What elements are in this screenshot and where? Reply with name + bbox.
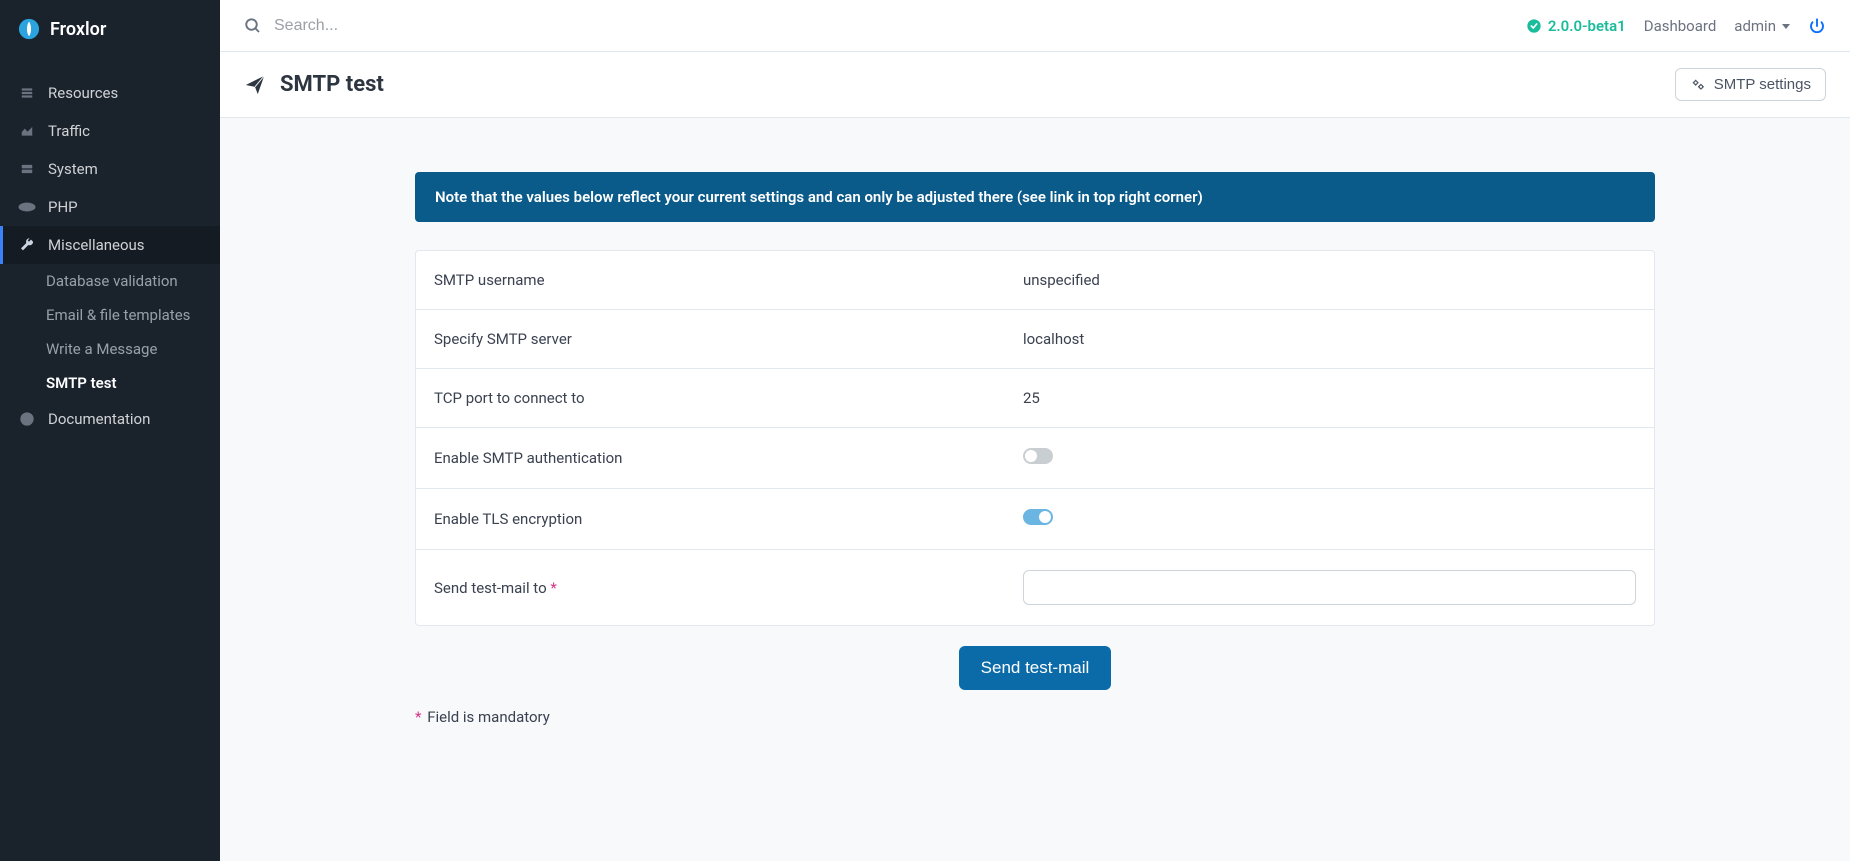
- page-head: SMTP test SMTP settings: [220, 52, 1850, 118]
- sidebar-nav: Resources Traffic System PHP: [0, 58, 220, 438]
- user-menu[interactable]: admin: [1734, 17, 1790, 35]
- sidebar-item-label: PHP: [48, 198, 78, 216]
- search-icon: [244, 17, 262, 35]
- php-icon: [18, 201, 36, 213]
- brand-name: Froxlor: [50, 19, 106, 40]
- mandatory-mark: *: [415, 708, 421, 726]
- main: 2.0.0-beta1 Dashboard admin SMTP test: [220, 0, 1850, 861]
- brand-logo-icon: [18, 18, 40, 40]
- sidebar-subitem-database-validation[interactable]: Database validation: [0, 264, 220, 298]
- label-smtp-username: SMTP username: [434, 271, 1023, 289]
- power-icon[interactable]: [1808, 17, 1826, 35]
- info-alert: Note that the values below reflect your …: [415, 172, 1655, 222]
- row-testmail: Send test-mail to *: [416, 550, 1654, 625]
- content: Note that the values below reflect your …: [395, 118, 1675, 766]
- paper-plane-icon: [244, 74, 266, 96]
- sidebar-item-miscellaneous[interactable]: Miscellaneous: [0, 226, 220, 264]
- sidebar-item-label: Miscellaneous: [48, 236, 145, 254]
- row-tcp-port: TCP port to connect to 25: [416, 369, 1654, 428]
- toggle-tls[interactable]: [1023, 509, 1053, 525]
- version-badge[interactable]: 2.0.0-beta1: [1526, 17, 1626, 35]
- sidebar-subitem-smtp-test[interactable]: SMTP test: [0, 366, 220, 400]
- brand[interactable]: Froxlor: [0, 0, 220, 58]
- search-input[interactable]: [272, 16, 572, 36]
- value-smtp-username: unspecified: [1023, 271, 1636, 289]
- sidebar: Froxlor Resources Traffic System: [0, 0, 220, 861]
- row-smtp-username: SMTP username unspecified: [416, 251, 1654, 310]
- sidebar-item-label: Traffic: [48, 122, 90, 140]
- sidebar-item-traffic[interactable]: Traffic: [0, 112, 220, 150]
- sidebar-item-documentation[interactable]: Documentation: [0, 400, 220, 438]
- search: [244, 16, 1526, 36]
- smtp-settings-button[interactable]: SMTP settings: [1675, 68, 1826, 101]
- version-text: 2.0.0-beta1: [1548, 17, 1626, 35]
- sidebar-item-resources[interactable]: Resources: [0, 74, 220, 112]
- sidebar-item-php[interactable]: PHP: [0, 188, 220, 226]
- value-tcp-port: 25: [1023, 389, 1636, 407]
- sidebar-item-label: System: [48, 160, 98, 178]
- sidebar-item-system[interactable]: System: [0, 150, 220, 188]
- info-icon: [18, 411, 36, 427]
- cogs-icon: [1690, 78, 1706, 92]
- topbar: 2.0.0-beta1 Dashboard admin: [220, 0, 1850, 52]
- testmail-input[interactable]: [1023, 570, 1636, 605]
- sidebar-item-label: Documentation: [48, 410, 150, 428]
- smtp-settings-label: SMTP settings: [1714, 76, 1811, 93]
- sidebar-item-label: Resources: [48, 84, 118, 102]
- label-tls: Enable TLS encryption: [434, 510, 1023, 528]
- settings-card: SMTP username unspecified Specify SMTP s…: [415, 250, 1655, 626]
- page-title: SMTP test: [244, 72, 384, 97]
- submit-row: Send test-mail: [415, 646, 1655, 690]
- sidebar-sub-miscellaneous: Database validation Email & file templat…: [0, 264, 220, 400]
- mandatory-text: Field is mandatory: [423, 708, 549, 726]
- label-testmail-text: Send test-mail to: [434, 579, 547, 597]
- toggle-smtp-auth[interactable]: [1023, 448, 1053, 464]
- sidebar-subitem-email-file-templates[interactable]: Email & file templates: [0, 298, 220, 332]
- label-smtp-auth: Enable SMTP authentication: [434, 449, 1023, 467]
- label-tcp-port: TCP port to connect to: [434, 389, 1023, 407]
- server-icon: [18, 162, 36, 176]
- page-title-text: SMTP test: [280, 72, 384, 97]
- value-smtp-server: localhost: [1023, 330, 1636, 348]
- sidebar-subitem-write-a-message[interactable]: Write a Message: [0, 332, 220, 366]
- required-mark: *: [550, 579, 556, 597]
- send-test-mail-button[interactable]: Send test-mail: [959, 646, 1112, 690]
- wrench-icon: [18, 237, 36, 253]
- check-circle-icon: [1526, 18, 1542, 34]
- chart-area-icon: [18, 124, 36, 138]
- row-tls: Enable TLS encryption: [416, 489, 1654, 550]
- label-smtp-server: Specify SMTP server: [434, 330, 1023, 348]
- row-smtp-auth: Enable SMTP authentication: [416, 428, 1654, 489]
- layers-icon: [18, 86, 36, 100]
- label-testmail: Send test-mail to *: [434, 579, 1023, 597]
- row-smtp-server: Specify SMTP server localhost: [416, 310, 1654, 369]
- dashboard-link[interactable]: Dashboard: [1644, 17, 1717, 35]
- mandatory-note: * Field is mandatory: [415, 708, 1655, 726]
- topbar-right: 2.0.0-beta1 Dashboard admin: [1526, 17, 1826, 35]
